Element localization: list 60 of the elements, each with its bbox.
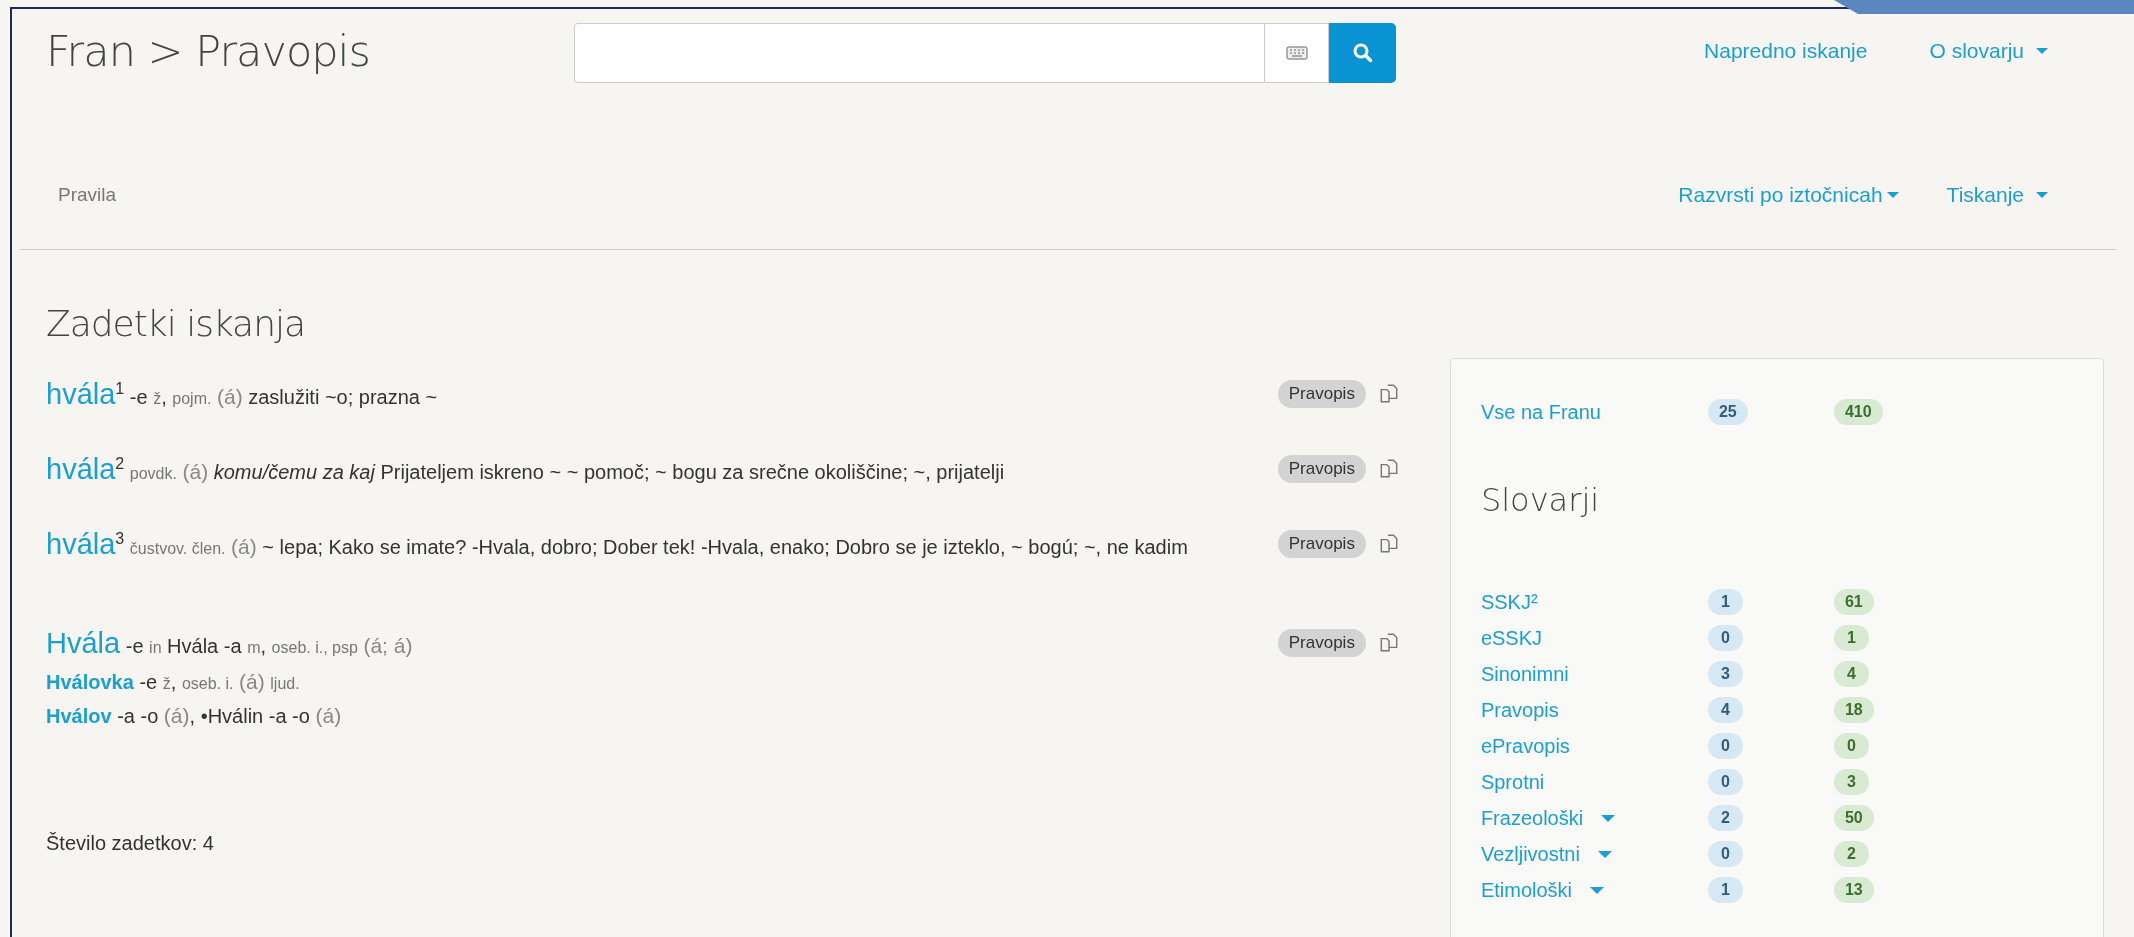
headword-link[interactable]: hvála$^{1}$ — [46, 378, 125, 410]
hit-count-badge: 0 — [1707, 733, 1743, 759]
dictionary-tag: Pravopis — [1277, 380, 1366, 408]
dictionary-tag: Pravopis — [1277, 629, 1366, 657]
hit-count-badge: 0 — [1707, 769, 1743, 795]
rules-label: Pravila — [58, 184, 117, 206]
hit-count-badge: 1 — [1707, 589, 1743, 615]
nav-link[interactable]: Napredno iskanje — [1704, 39, 1868, 63]
entry-text: hvála$^{3}$ čustvov. člen. (á) ~ lepa; Kako se imate? -Hvala, dobro; Dober tek! -Hvala, enako; Dobro se je izteklo, ~ bogú; ~, ne kadim — [46, 527, 1189, 562]
sidebar-heading: Slovarji — [1480, 480, 1601, 520]
entry-text: Hvála -e in Hvála -a m, oseb. i., psp (á; á) — [46, 626, 414, 661]
nav-link[interactable]: O slovarju — [1929, 39, 2048, 63]
hit-count-badge: 4 — [1707, 697, 1743, 723]
dictionary-link[interactable]: Vezljivostni — [1480, 842, 1612, 866]
search-field[interactable] — [574, 23, 1265, 83]
total-count-badge: 3 — [1833, 769, 1869, 795]
dictionary-link[interactable]: Pravopis — [1480, 698, 1559, 722]
dictionary-tag: Pravopis — [1277, 455, 1366, 483]
headword-link[interactable]: hvála$^{2}$ — [46, 453, 125, 485]
search-button[interactable] — [1329, 23, 1396, 83]
entry-text: hvála$^{2}$ povdk. (á) komu/čemu za kaj Prijateljem iskreno ~ ~ pomoč; ~ bogu za srečne okoliščine; ~, prijatelji — [46, 452, 1006, 487]
total-count-badge: 13 — [1833, 877, 1874, 903]
dictionary-link[interactable]: ePravopis — [1480, 734, 1570, 758]
dictionary-link[interactable]: Sprotni — [1480, 770, 1545, 794]
search-icon — [1351, 42, 1374, 64]
dictionary-link[interactable]: eSSKJ — [1480, 626, 1543, 650]
entry-text: Hválovka -e ž, oseb. i. (á) ljud. — [46, 669, 301, 695]
headword-link[interactable]: hvála$^{3}$ — [46, 528, 125, 560]
total-count-badge: 410 — [1833, 399, 1883, 425]
page-title: Fran > Pravopis — [46, 26, 371, 76]
dictionary-tag: Pravopis — [1277, 530, 1366, 558]
hit-count-badge: 1 — [1707, 877, 1743, 903]
dictionary-link[interactable]: Vse na Franu — [1480, 400, 1601, 424]
nav-link[interactable]: Tiskanje — [1946, 183, 2048, 207]
headword-link[interactable]: Hválovka — [46, 671, 134, 693]
total-count-badge: 61 — [1833, 589, 1874, 615]
dictionary-link[interactable]: SSKJ² — [1480, 590, 1538, 614]
hit-count-badge: 0 — [1707, 841, 1743, 867]
nav-link[interactable]: Razvrsti po iztočnicah — [1678, 183, 1899, 207]
dictionary-link[interactable]: Etimološki — [1480, 878, 1605, 902]
total-count-badge: 4 — [1833, 661, 1869, 687]
headword-link[interactable]: Hválov — [46, 705, 112, 727]
total-count-badge: 1 — [1833, 625, 1869, 651]
total-count-badge: 50 — [1833, 805, 1874, 831]
section-heading: Zadetki iskanja — [46, 304, 307, 344]
total-count-badge: 18 — [1833, 697, 1874, 723]
entry-text: Hválov -a -o (á), •Hválin -a -o (á) — [46, 703, 343, 729]
hit-count-badge: 2 — [1707, 805, 1743, 831]
dictionary-link[interactable]: Sinonimni — [1480, 662, 1569, 686]
headword-link[interactable]: Hvála — [46, 627, 121, 659]
hit-count-badge: 3 — [1707, 661, 1743, 687]
hit-count-badge: 0 — [1707, 625, 1743, 651]
total-count-badge: 2 — [1833, 841, 1869, 867]
dictionary-link[interactable]: Frazeološki — [1480, 806, 1616, 830]
keyboard-button[interactable] — [1265, 23, 1329, 83]
hit-count-badge: 25 — [1707, 399, 1748, 425]
total-count-badge: 0 — [1833, 733, 1869, 759]
result-count: Število zadetkov: 4 — [46, 832, 215, 855]
keyboard-icon — [1285, 46, 1308, 60]
entry-text: hvála$^{1}$ -e ž, pojm. (á) zaslužiti ~o; prazna ~ — [46, 377, 439, 412]
